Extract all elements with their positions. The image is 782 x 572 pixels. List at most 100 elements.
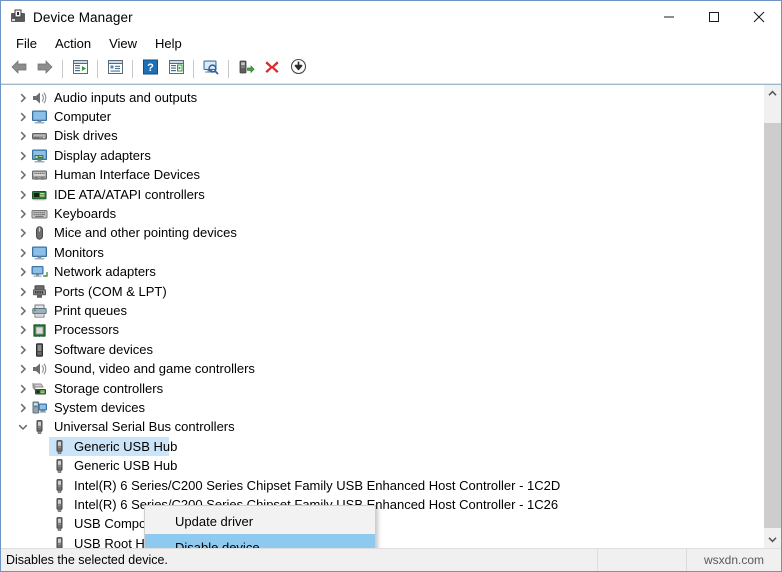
keyboard-icon (31, 206, 48, 222)
monitor-icon (31, 109, 48, 125)
usb-icon (51, 536, 68, 548)
chevron-right-icon[interactable] (15, 325, 31, 335)
tree-node[interactable]: Generic USB Hub (1, 437, 763, 457)
chevron-right-icon[interactable] (15, 209, 31, 219)
tree-node-label: Generic USB Hub (74, 438, 178, 454)
chevron-down-icon[interactable] (15, 423, 31, 431)
chevron-right-icon[interactable] (15, 190, 31, 200)
tree-node[interactable]: Storage controllers (1, 379, 763, 398)
show-hide-action-pane-button[interactable] (164, 57, 188, 81)
console-tree-icon (72, 59, 89, 80)
device-manager-window: Device Manager File Action View Help ? A… (0, 0, 782, 572)
tree-node[interactable]: Display adapters (1, 146, 763, 165)
ctx-disable-device[interactable]: Disable device (145, 534, 375, 548)
back-button[interactable] (7, 57, 31, 81)
disable-device-button[interactable] (286, 57, 310, 81)
usb-icon (51, 439, 68, 455)
mouse-icon (31, 225, 48, 241)
scan-hardware-icon (202, 59, 220, 80)
chevron-right-icon[interactable] (15, 364, 31, 374)
uninstall-device-button[interactable] (260, 57, 284, 81)
tree-node[interactable]: Print queues (1, 301, 763, 320)
chevron-right-icon[interactable] (15, 403, 31, 413)
tree-node-label: Keyboards (54, 206, 117, 222)
tree-node[interactable]: Intel(R) 6 Series/C200 Series Chipset Fa… (1, 476, 763, 495)
chevron-right-icon[interactable] (15, 112, 31, 122)
chevron-right-icon[interactable] (15, 228, 31, 238)
chevron-right-icon[interactable] (15, 93, 31, 103)
scrollbar-track[interactable] (764, 102, 781, 531)
menu-view[interactable]: View (100, 34, 146, 54)
tree-node[interactable]: Mice and other pointing devices (1, 224, 763, 243)
tree-node-label: Software devices (54, 341, 153, 357)
tree-node[interactable]: Software devices (1, 340, 763, 359)
status-pane-secondary (597, 549, 686, 571)
tree-node[interactable]: Ports (COM & LPT) (1, 282, 763, 301)
close-button[interactable] (736, 1, 781, 32)
minimize-button[interactable] (646, 1, 691, 32)
tree-node[interactable]: Computer (1, 107, 763, 126)
disk-drive-icon (31, 128, 48, 144)
scroll-down-button[interactable] (764, 531, 781, 548)
tree-node[interactable]: Sound, video and game controllers (1, 359, 763, 378)
scan-for-hardware-changes-button[interactable] (199, 57, 223, 81)
tree-node[interactable]: Generic USB Hub (1, 456, 763, 475)
separator-4 (193, 60, 194, 78)
ide-controller-icon (31, 187, 48, 203)
chevron-right-icon[interactable] (15, 151, 31, 161)
tree-node[interactable]: Audio inputs and outputs (1, 88, 763, 107)
tree-node[interactable]: IDE ATA/ATAPI controllers (1, 185, 763, 204)
tree-node[interactable]: System devices (1, 398, 763, 417)
chevron-right-icon[interactable] (15, 306, 31, 316)
properties-button[interactable] (103, 57, 127, 81)
chevron-right-icon[interactable] (15, 384, 31, 394)
title-bar: Device Manager (1, 1, 781, 33)
speaker-icon (31, 90, 48, 106)
maximize-button[interactable] (691, 1, 736, 32)
vertical-scrollbar[interactable] (763, 85, 781, 548)
show-hide-console-tree-button[interactable] (68, 57, 92, 81)
tree-node[interactable]: Network adapters (1, 263, 763, 282)
tree-node[interactable]: Keyboards (1, 204, 763, 223)
tree-node-label: Sound, video and game controllers (54, 361, 255, 377)
tree-node[interactable]: Monitors (1, 243, 763, 262)
forward-button[interactable] (33, 57, 57, 81)
chevron-right-icon[interactable] (15, 131, 31, 141)
chevron-right-icon[interactable] (15, 267, 31, 277)
update-driver-icon (238, 59, 255, 80)
chevron-right-icon[interactable] (15, 345, 31, 355)
help-button[interactable]: ? (138, 57, 162, 81)
usb-icon (51, 478, 68, 494)
disable-device-down-arrow-icon (290, 58, 307, 80)
tree-node[interactable]: USB Root Hub (1, 534, 763, 548)
processor-icon (31, 322, 48, 338)
scroll-up-button[interactable] (764, 85, 781, 102)
tree-node[interactable]: USB Composite Device (1, 515, 763, 534)
separator-1 (62, 60, 63, 78)
svg-text:?: ? (147, 62, 154, 74)
status-text: Disables the selected device. (6, 553, 168, 567)
update-driver-button[interactable] (234, 57, 258, 81)
chevron-right-icon[interactable] (15, 170, 31, 180)
tree-node-label: Processors (54, 322, 120, 338)
printer-icon (31, 303, 48, 319)
tree-node[interactable]: Intel(R) 6 Series/C200 Series Chipset Fa… (1, 495, 763, 514)
tree-node[interactable]: Disk drives (1, 127, 763, 146)
ctx-update-driver[interactable]: Update driver (145, 508, 375, 534)
software-device-icon (31, 342, 48, 358)
menu-action[interactable]: Action (46, 34, 100, 54)
window-controls (646, 1, 781, 33)
tree-node[interactable]: Processors (1, 321, 763, 340)
menu-help[interactable]: Help (146, 34, 191, 54)
device-tree[interactable]: Audio inputs and outputs Computer Disk dri… (1, 85, 763, 548)
tree-node[interactable]: Universal Serial Bus controllers (1, 418, 763, 437)
usb-icon (31, 419, 48, 435)
chevron-right-icon[interactable] (15, 248, 31, 258)
properties-icon (107, 59, 124, 80)
tree-node[interactable]: Human Interface Devices (1, 166, 763, 185)
chevron-right-icon[interactable] (15, 287, 31, 297)
tree-node-label: System devices (54, 399, 146, 415)
scrollbar-thumb[interactable] (764, 123, 781, 528)
menu-file[interactable]: File (7, 34, 46, 54)
usb-icon (51, 497, 68, 513)
